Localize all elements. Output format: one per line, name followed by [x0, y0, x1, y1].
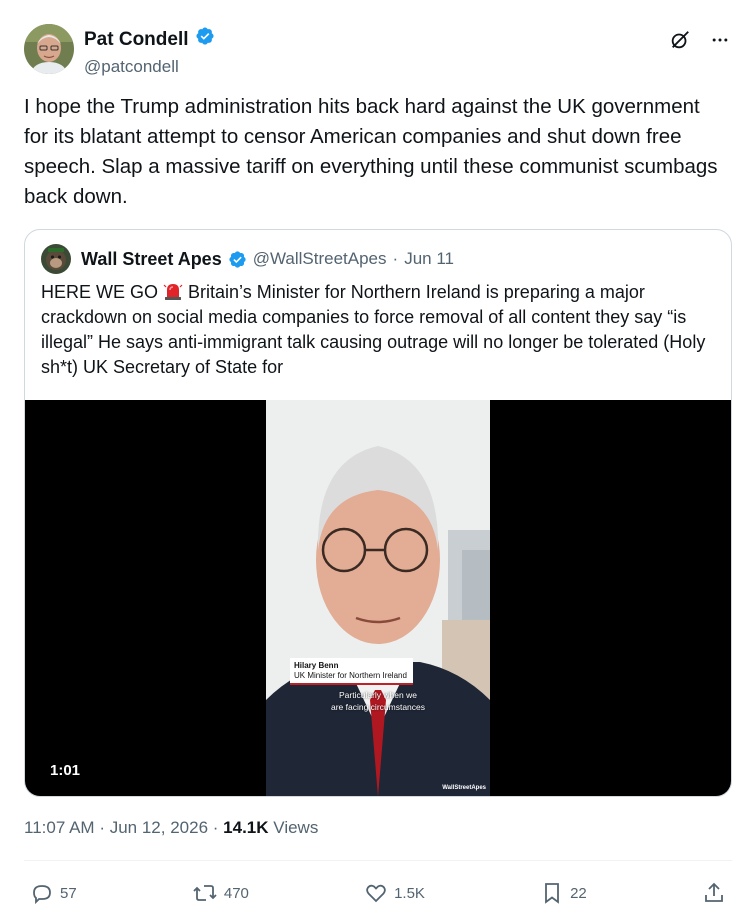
share-button[interactable] [702, 881, 726, 905]
reply-button[interactable]: 57 [30, 881, 77, 905]
tweet-header: Pat Condell @patcondell [24, 24, 732, 76]
reply-icon [30, 881, 54, 905]
caption-line-2: are facing circumstances [330, 702, 425, 712]
like-button[interactable]: 1.5K [364, 881, 425, 905]
grok-icon[interactable] [668, 28, 692, 52]
views-count[interactable]: 14.1K [223, 818, 268, 837]
lower-third-title: UK Minister for Northern Ireland [294, 671, 407, 680]
video-frame: Hilary Benn UK Minister for Northern Ire… [266, 400, 490, 796]
repost-button[interactable]: 470 [192, 881, 249, 905]
tweet-text: I hope the Trump administration hits bac… [24, 95, 718, 208]
tweet: Pat Condell @patcondell I hope the Trump… [0, 0, 756, 920]
caption-line-1: Particularly when we [339, 690, 417, 700]
verified-badge-icon [195, 26, 215, 53]
reply-count: 57 [60, 884, 77, 902]
tweet-time[interactable]: 11:07 AM [24, 818, 95, 837]
like-count: 1.5K [394, 884, 425, 902]
author-names: Pat Condell @patcondell [84, 26, 215, 79]
rotating-light-icon [163, 281, 183, 301]
quote-author-handle[interactable]: @WallStreetApes [253, 249, 387, 269]
quoted-tweet[interactable]: Wall Street Apes @WallStreetApes · Jun 1… [24, 229, 732, 797]
author-avatar[interactable] [24, 24, 74, 74]
author-display-name[interactable]: Pat Condell [84, 26, 215, 53]
quote-text: HERE WE GO Britain’s Minister for Northe… [41, 280, 721, 380]
bookmark-count: 22 [570, 884, 587, 902]
quote-date[interactable]: Jun 11 [404, 249, 454, 269]
quote-verified-badge-icon [228, 250, 247, 269]
video-watermark: WallStreetApes [442, 785, 486, 791]
bookmark-button[interactable]: 22 [540, 881, 587, 905]
quote-separator: · [392, 249, 399, 268]
divider [24, 860, 732, 861]
more-options-icon[interactable] [708, 28, 732, 52]
lower-third-accent [290, 683, 413, 685]
video-duration: 1:01 [50, 762, 81, 779]
quote-author-name[interactable]: Wall Street Apes [81, 249, 222, 270]
video-caption: Particularly when we are facing circumst… [266, 689, 490, 713]
repost-count: 470 [223, 884, 249, 902]
top-actions [668, 28, 732, 52]
action-bar: 57 470 1.5K 22 [30, 878, 726, 908]
repost-icon [192, 881, 218, 905]
video-still [266, 400, 490, 796]
lower-third-name: Hilary Benn [294, 661, 339, 670]
quote-header: Wall Street Apes @WallStreetApes · Jun 1… [41, 244, 454, 274]
share-icon [702, 881, 726, 905]
bookmark-icon [540, 881, 564, 905]
tweet-meta: 11:07 AM · Jun 12, 2026 · 14.1K Views [24, 818, 318, 838]
lower-third: Hilary Benn UK Minister for Northern Ire… [290, 658, 413, 685]
heart-icon [364, 881, 388, 905]
video-player[interactable]: Hilary Benn UK Minister for Northern Ire… [25, 400, 731, 796]
author-handle[interactable]: @patcondell [84, 55, 215, 79]
tweet-date[interactable]: Jun 12, 2026 [110, 818, 208, 837]
views-label: Views [273, 818, 319, 837]
quote-author-avatar[interactable] [41, 244, 71, 274]
quote-text-start: HERE WE GO [41, 282, 164, 302]
author-name-text: Pat Condell [84, 28, 189, 50]
meta-separator: · [99, 818, 105, 837]
meta-separator-2: · [212, 818, 219, 837]
